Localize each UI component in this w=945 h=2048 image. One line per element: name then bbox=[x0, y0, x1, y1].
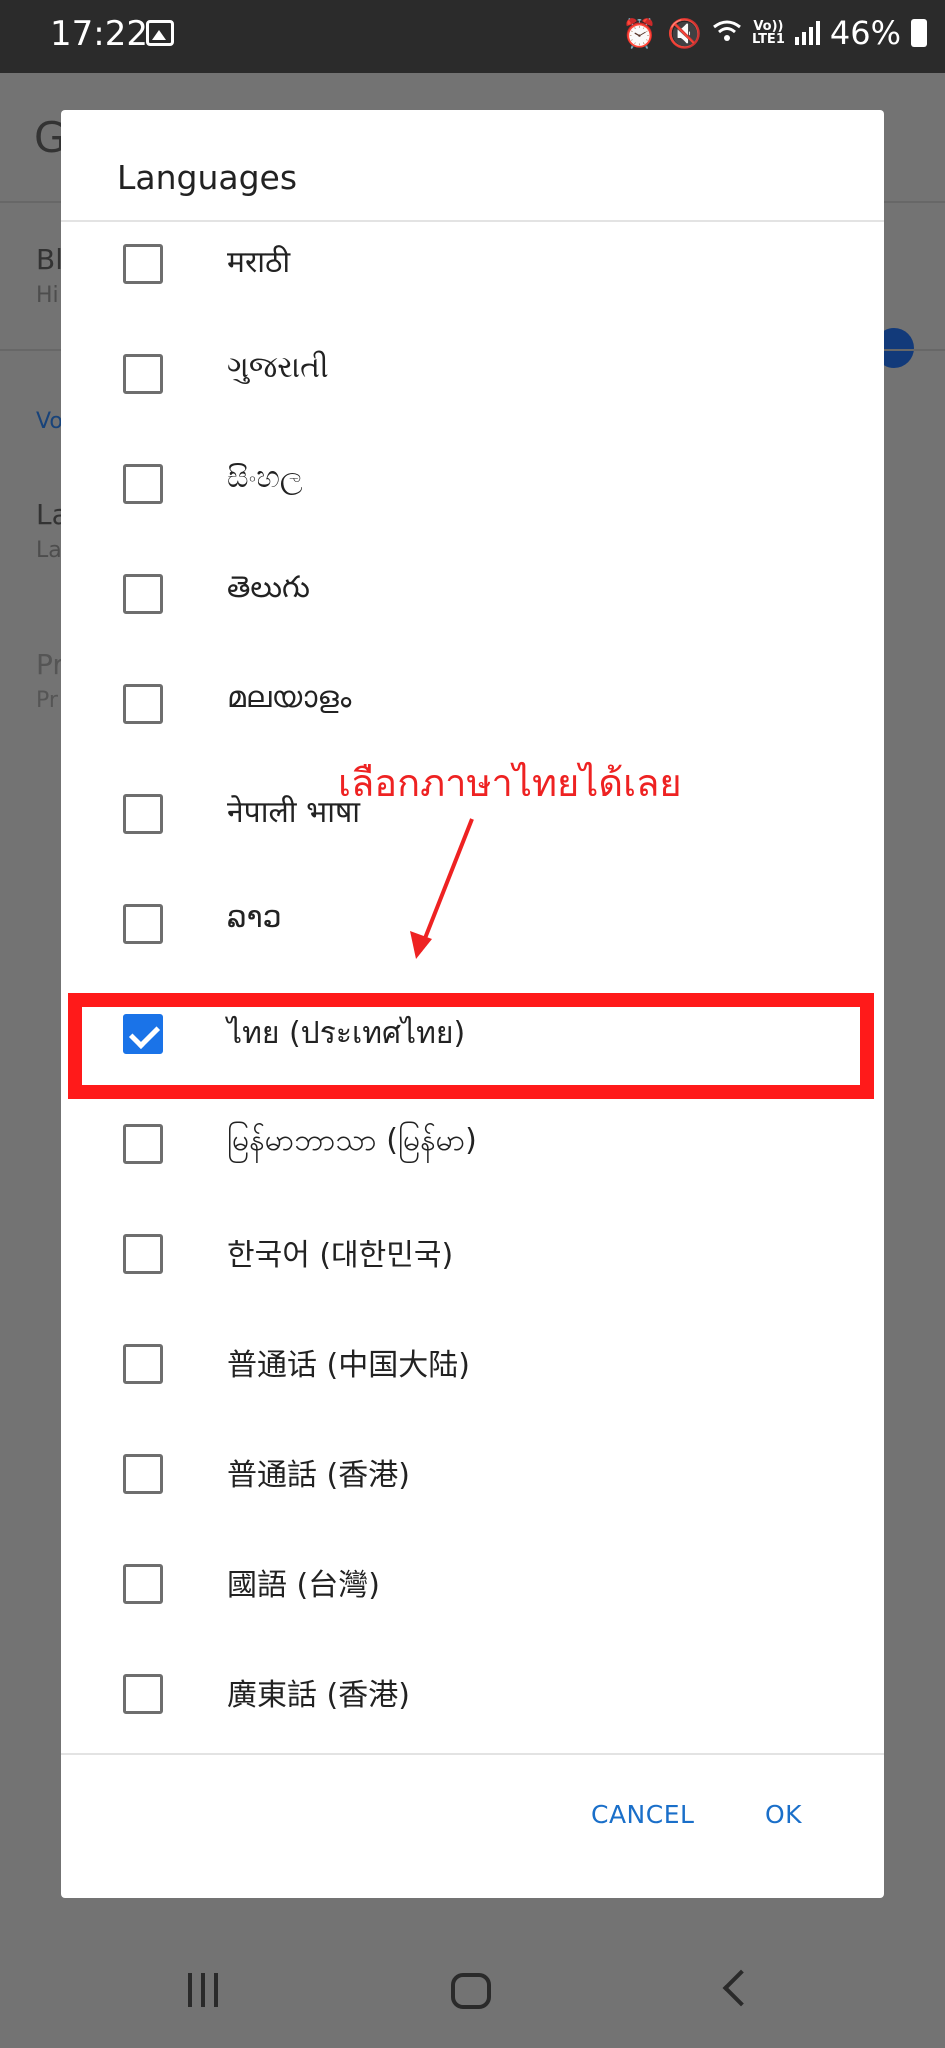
language-label: 廣東話 (香港) bbox=[227, 1678, 410, 1713]
checkbox[interactable] bbox=[123, 1124, 163, 1164]
language-label: မြန်မာဘာသာ (မြန်မာ) bbox=[227, 1123, 477, 1158]
signal-icon bbox=[794, 21, 820, 45]
status-bar: 17:22 ⏰ 🔇 Vo)) LTE1 46% bbox=[0, 0, 945, 73]
bg-item-sub-fragment: La bbox=[36, 538, 62, 563]
ok-button[interactable]: OK bbox=[765, 1800, 802, 1829]
language-label: 普通話 (香港) bbox=[227, 1458, 410, 1493]
language-label: मराठी bbox=[227, 245, 291, 280]
dialog-divider bbox=[61, 1753, 884, 1755]
language-option[interactable]: 普通话 (中国大陆) bbox=[61, 1310, 884, 1420]
language-option[interactable]: සිංහල bbox=[61, 430, 884, 540]
language-option[interactable]: မြန်မာဘာသာ (မြန်မာ) bbox=[61, 1090, 884, 1200]
language-label: తెలుగు bbox=[227, 570, 310, 605]
language-option[interactable]: 廣東話 (香港) bbox=[61, 1640, 884, 1750]
bg-item-fragment: Pr bbox=[36, 648, 64, 681]
language-label: සිංහල bbox=[227, 460, 303, 495]
language-option[interactable]: 한국어 (대한민국) bbox=[61, 1200, 884, 1310]
dialog-title: Languages bbox=[117, 158, 298, 197]
wifi-icon bbox=[712, 17, 742, 50]
bg-section-fragment: Vo bbox=[36, 409, 63, 434]
language-option[interactable]: मराठी bbox=[61, 222, 884, 320]
checkbox[interactable] bbox=[123, 794, 163, 834]
checkbox[interactable] bbox=[123, 1234, 163, 1274]
bg-item-fragment: Bl bbox=[36, 243, 63, 276]
language-label: ລາວ bbox=[227, 900, 282, 935]
checkbox[interactable] bbox=[123, 574, 163, 614]
language-option[interactable]: ગુજરાતી bbox=[61, 320, 884, 430]
language-label: 普通话 (中国大陆) bbox=[227, 1348, 470, 1383]
checkbox[interactable] bbox=[123, 354, 163, 394]
back-icon[interactable] bbox=[722, 1969, 760, 2007]
annotation-text: เลือกภาษาไทยได้เลย bbox=[338, 761, 682, 805]
language-option[interactable]: മലയാളം bbox=[61, 650, 884, 760]
volte-indicator: Vo)) LTE1 bbox=[752, 20, 785, 46]
checkbox[interactable] bbox=[123, 1344, 163, 1384]
checkbox[interactable] bbox=[123, 1564, 163, 1604]
battery-icon bbox=[911, 19, 927, 47]
language-label: 國語 (台灣) bbox=[227, 1568, 380, 1603]
battery-percent: 46% bbox=[829, 14, 901, 52]
checkbox[interactable] bbox=[123, 244, 163, 284]
checkbox[interactable] bbox=[123, 904, 163, 944]
checkbox[interactable] bbox=[123, 464, 163, 504]
language-option[interactable]: 普通話 (香港) bbox=[61, 1420, 884, 1530]
bg-item-sub-fragment: Hi bbox=[36, 283, 59, 308]
alarm-icon: ⏰ bbox=[622, 16, 658, 50]
cancel-button[interactable]: CANCEL bbox=[591, 1800, 694, 1829]
annotation-arrow-icon bbox=[410, 818, 474, 959]
home-icon[interactable] bbox=[451, 1973, 491, 2009]
language-label: ગુજરાતી bbox=[227, 350, 329, 385]
checkbox[interactable] bbox=[123, 684, 163, 724]
language-label: 한국어 (대한민국) bbox=[227, 1238, 454, 1273]
status-time: 17:22 bbox=[50, 14, 148, 54]
language-option[interactable]: 國語 (台灣) bbox=[61, 1530, 884, 1640]
status-icons: ⏰ 🔇 Vo)) LTE1 46% bbox=[622, 14, 927, 52]
language-label: മലയാളം bbox=[227, 680, 352, 715]
mute-icon: 🔇 bbox=[667, 16, 702, 50]
gallery-notification-icon bbox=[146, 20, 174, 46]
dialog-buttons: CANCEL OK bbox=[61, 1800, 884, 1860]
recents-icon[interactable] bbox=[188, 1973, 218, 2007]
language-option[interactable]: తెలుగు bbox=[61, 540, 884, 650]
lte-label: LTE1 bbox=[751, 32, 785, 47]
language-list[interactable]: मराठी ગુજરાતી සිංහල తెలుగు മലയാളം नेपाली भाषा… bbox=[61, 222, 884, 1753]
annotation-highlight-box bbox=[68, 993, 874, 1099]
checkbox[interactable] bbox=[123, 1674, 163, 1714]
checkbox[interactable] bbox=[123, 1454, 163, 1494]
bg-item-sub-fragment: Pr bbox=[36, 688, 58, 713]
navigation-bar bbox=[0, 1913, 945, 2048]
